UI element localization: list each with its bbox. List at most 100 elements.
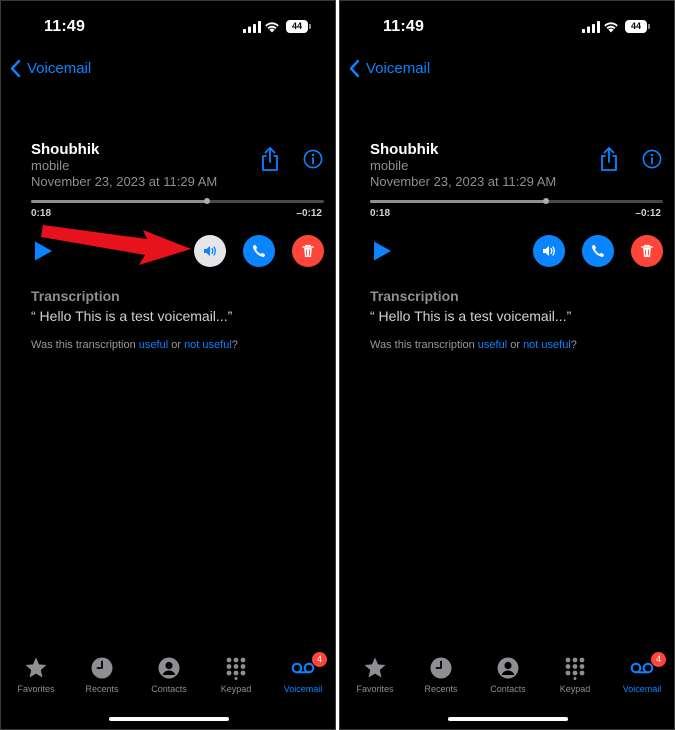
tab-label: Favorites: [356, 684, 394, 694]
caller-type: mobile: [370, 158, 409, 173]
not-useful-link[interactable]: not useful: [523, 339, 571, 351]
person-icon: [158, 657, 180, 679]
call-date: November 23, 2023 at 11:29 AM: [31, 174, 218, 189]
red-arrow-annotation: [41, 225, 191, 265]
status-bar: 11:49 44: [1, 1, 335, 51]
tab-label: Contacts: [151, 684, 187, 694]
home-indicator[interactable]: [109, 717, 229, 721]
signal-icon: [243, 21, 261, 33]
phone-icon: [253, 244, 266, 257]
keypad-icon: [226, 657, 246, 680]
tab-favorites[interactable]: Favorites: [342, 656, 408, 694]
tab-bar: Favorites Recents Contacts Keypad Voicem…: [1, 652, 335, 706]
feedback-or: or: [507, 339, 524, 351]
chevron-left-icon: [10, 59, 21, 77]
star-icon: [25, 657, 47, 678]
playback-scrubber[interactable]: [31, 198, 324, 204]
tab-contacts[interactable]: Contacts: [475, 656, 541, 694]
caller-name: Shoubhik: [31, 141, 100, 158]
useful-link[interactable]: useful: [478, 339, 507, 351]
feedback-or: or: [168, 339, 185, 351]
voicemail-badge: 4: [651, 652, 666, 667]
tab-label: Favorites: [17, 684, 55, 694]
person-icon: [497, 657, 519, 679]
scrubber-knob[interactable]: [542, 198, 549, 204]
info-icon[interactable]: [642, 149, 662, 169]
transcription-heading: Transcription: [31, 288, 120, 304]
caller-name: Shoubhik: [370, 141, 439, 158]
feedback-prefix: Was this transcription: [31, 339, 139, 351]
home-indicator[interactable]: [448, 717, 568, 721]
play-icon[interactable]: [370, 239, 394, 263]
wifi-icon: [265, 22, 279, 33]
feedback-suffix: ?: [231, 339, 238, 351]
battery-tip: [648, 24, 650, 29]
phone-screen-right: 11:49 44 Voicemail Shoubhik mobile Novem…: [339, 0, 675, 730]
scrubber-progress: [31, 200, 207, 203]
time-elapsed: 0:18: [31, 208, 52, 219]
transcription-text: “ Hello This is a test voicemail...”: [31, 308, 233, 324]
signal-icon: [582, 21, 600, 33]
back-button[interactable]: Voicemail: [348, 56, 430, 80]
tab-keypad[interactable]: Keypad: [542, 656, 608, 694]
speaker-button[interactable]: [533, 235, 565, 267]
clock-icon: [430, 657, 452, 679]
status-bar: 11:49 44: [340, 1, 674, 51]
back-label: Voicemail: [27, 59, 92, 77]
speaker-icon: [543, 246, 555, 256]
back-button[interactable]: Voicemail: [9, 56, 91, 80]
not-useful-link[interactable]: not useful: [184, 339, 232, 351]
trash-icon: [302, 244, 314, 257]
useful-link[interactable]: useful: [139, 339, 168, 351]
battery-level: 44: [286, 20, 308, 33]
tab-label: Voicemail: [622, 684, 662, 694]
star-icon: [364, 657, 386, 678]
tab-label: Recents: [424, 684, 458, 694]
battery-level: 44: [625, 20, 647, 33]
call-back-button[interactable]: [582, 235, 614, 267]
status-time: 11:49: [44, 18, 86, 35]
tab-label: Contacts: [490, 684, 526, 694]
scrubber-knob[interactable]: [203, 198, 210, 204]
share-icon[interactable]: [598, 146, 620, 172]
tab-voicemail[interactable]: Voicemail 4: [609, 652, 674, 694]
tab-recents[interactable]: Recents: [408, 656, 474, 694]
time-remaining: –0:12: [635, 208, 661, 219]
tab-label: Keypad: [559, 684, 591, 694]
status-time: 11:49: [383, 18, 425, 35]
share-icon[interactable]: [259, 146, 281, 172]
transcription-feedback: Was this transcription useful or not use…: [31, 339, 238, 351]
transcription-heading: Transcription: [370, 288, 459, 304]
scrubber-progress: [370, 200, 546, 203]
transcription-feedback: Was this transcription useful or not use…: [370, 339, 577, 351]
caller-type: mobile: [31, 158, 70, 173]
phone-icon: [592, 244, 605, 257]
keypad-icon: [565, 657, 585, 680]
wifi-icon: [604, 22, 618, 33]
tab-voicemail[interactable]: Voicemail 4: [270, 652, 335, 694]
voicemail-badge: 4: [312, 652, 327, 667]
feedback-suffix: ?: [570, 339, 577, 351]
call-date: November 23, 2023 at 11:29 AM: [370, 174, 557, 189]
call-back-button[interactable]: [243, 235, 275, 267]
tab-recents[interactable]: Recents: [69, 656, 135, 694]
playback-scrubber[interactable]: [370, 198, 663, 204]
delete-button[interactable]: [292, 235, 324, 267]
tab-label: Keypad: [220, 684, 252, 694]
speaker-icon: [204, 246, 216, 256]
battery-indicator: 44: [625, 20, 650, 33]
tab-contacts[interactable]: Contacts: [136, 656, 202, 694]
tab-bar: Favorites Recents Contacts Keypad Voicem…: [340, 652, 674, 706]
time-remaining: –0:12: [296, 208, 322, 219]
feedback-prefix: Was this transcription: [370, 339, 478, 351]
battery-indicator: 44: [286, 20, 311, 33]
tab-favorites[interactable]: Favorites: [3, 656, 69, 694]
phone-screen-left: 11:49 44 Voicemail Shoubhik mobile Novem…: [0, 0, 336, 730]
tab-keypad[interactable]: Keypad: [203, 656, 269, 694]
transcription-text: “ Hello This is a test voicemail...”: [370, 308, 572, 324]
time-elapsed: 0:18: [370, 208, 391, 219]
chevron-left-icon: [349, 59, 360, 77]
delete-button[interactable]: [631, 235, 663, 267]
info-icon[interactable]: [303, 149, 323, 169]
trash-icon: [641, 244, 653, 257]
